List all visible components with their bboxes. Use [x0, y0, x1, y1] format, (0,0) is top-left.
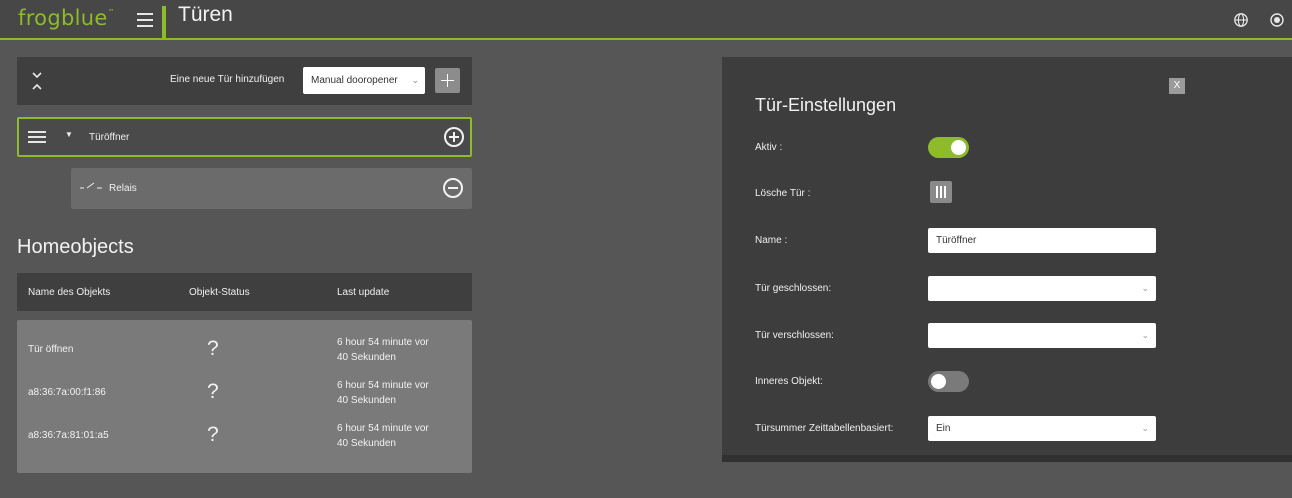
page-title: Türen — [178, 3, 233, 26]
caret-down-icon[interactable]: ▼ — [65, 130, 73, 139]
tuersummer-label: Türsummer Zeittabellenbasiert: — [755, 423, 894, 434]
table-row[interactable]: a8:36:7a:81:01:a5 ? 6 hour 54 minute vor… — [17, 415, 472, 455]
object-status: ? — [207, 380, 219, 403]
aktiv-label: Aktiv : — [755, 142, 783, 153]
panel-bottom-edge — [722, 455, 1292, 462]
chevron-down-icon: ⌄ — [1141, 283, 1149, 293]
logo-text: frogblue — [18, 6, 108, 30]
column-header-status: Objekt-Status — [189, 287, 250, 298]
tuer-geschlossen-select[interactable]: ⌄ — [928, 276, 1156, 301]
name-label: Name : — [755, 235, 788, 246]
object-name: a8:36:7a:00:f1:86 — [28, 387, 106, 398]
globe-icon[interactable] — [1233, 12, 1249, 28]
top-bar: frogblue™ Türen — [0, 0, 1292, 40]
object-name: Tür öffnen — [28, 344, 74, 355]
tuersummer-select[interactable]: Ein ⌄ — [928, 416, 1156, 441]
add-door-panel: Eine neue Tür hinzufügen Manual dooropen… — [17, 57, 472, 105]
trash-icon[interactable] — [930, 181, 952, 203]
settings-title: Tür-Einstellungen — [755, 95, 897, 115]
add-door-button[interactable] — [435, 68, 460, 93]
tuer-geschlossen-label: Tür geschlossen: — [755, 283, 832, 294]
chevron-down-icon: ⌄ — [1141, 423, 1149, 433]
object-status: ? — [207, 423, 219, 446]
close-icon[interactable]: X — [1169, 78, 1185, 94]
relay-label: Relais — [109, 183, 137, 194]
tuer-verschlossen-label: Tür verschlossen: — [755, 330, 834, 341]
door-settings-panel: X Tür-Einstellungen Aktiv : Lösche Tür :… — [722, 57, 1292, 462]
loesche-tuer-label: Lösche Tür : — [755, 188, 811, 199]
remove-circle-icon[interactable] — [443, 178, 463, 198]
object-last-update: 6 hour 54 minute vor 40 Sekunden — [337, 423, 429, 449]
relay-item[interactable]: Relais — [71, 168, 472, 209]
object-name: a8:36:7a:81:01:a5 — [28, 430, 109, 441]
door-label: Türöffner — [89, 132, 130, 143]
power-icon[interactable] — [1269, 12, 1285, 28]
frogblue-logo[interactable]: frogblue™ — [18, 6, 115, 30]
door-item[interactable]: ▼ Türöffner — [17, 117, 472, 157]
menu-icon[interactable] — [137, 13, 153, 27]
door-type-value: Manual dooropener — [311, 75, 398, 86]
relay-icon — [80, 182, 102, 189]
door-type-select[interactable]: Manual dooropener ⌄ — [303, 67, 425, 94]
chevron-down-icon: ⌄ — [1141, 330, 1149, 340]
column-header-last-update: Last update — [337, 287, 390, 298]
collapse-icon[interactable] — [31, 71, 43, 91]
title-accent-bar — [162, 6, 166, 38]
inneres-objekt-toggle[interactable] — [928, 371, 969, 392]
object-status: ? — [207, 337, 219, 360]
add-circle-icon[interactable] — [444, 127, 464, 147]
inneres-objekt-label: Inneres Objekt: — [755, 376, 823, 387]
column-header-name: Name des Objekts — [28, 287, 111, 298]
homeobjects-heading: Homeobjects — [17, 236, 134, 258]
object-last-update: 6 hour 54 minute vor 40 Sekunden — [337, 337, 429, 363]
chevron-down-icon: ⌄ — [411, 75, 419, 85]
name-input[interactable]: Türöffner — [928, 228, 1156, 253]
aktiv-toggle[interactable] — [928, 137, 969, 158]
trademark-mark: ™ — [107, 8, 115, 16]
homeobjects-table-body: Tür öffnen ? 6 hour 54 minute vor 40 Seku… — [17, 320, 472, 473]
tuer-verschlossen-select[interactable]: ⌄ — [928, 323, 1156, 348]
homeobjects-table-header: Name des Objekts Objekt-Status Last upda… — [17, 273, 472, 311]
table-row[interactable]: a8:36:7a:00:f1:86 ? 6 hour 54 minute vor… — [17, 372, 472, 412]
table-row[interactable]: Tür öffnen ? 6 hour 54 minute vor 40 Seku… — [17, 329, 472, 369]
add-door-label: Eine neue Tür hinzufügen — [170, 74, 285, 85]
object-last-update: 6 hour 54 minute vor 40 Sekunden — [337, 380, 429, 406]
drag-handle-icon[interactable] — [28, 131, 46, 143]
